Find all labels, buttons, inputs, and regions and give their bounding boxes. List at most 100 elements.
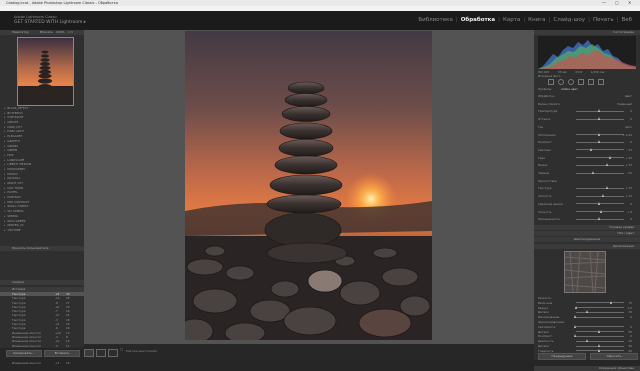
control-slider[interactable] bbox=[576, 329, 624, 333]
control-value[interactable]: - 33 bbox=[627, 148, 632, 152]
basic-control-row[interactable]: Сочность + 8 bbox=[538, 209, 636, 214]
control-slider[interactable] bbox=[576, 310, 624, 314]
module-tab[interactable]: Библиотека bbox=[418, 17, 452, 23]
control-value[interactable]: + 8 bbox=[627, 210, 632, 214]
basic-control-row[interactable]: Контраст 0 bbox=[538, 140, 636, 144]
basic-control-row[interactable]: Экспозиция + 0,10 bbox=[538, 132, 636, 137]
loupe-view-button[interactable] bbox=[84, 349, 94, 357]
control-slider[interactable] bbox=[576, 163, 624, 167]
control-value[interactable]: Авто bbox=[625, 125, 632, 129]
paste-button[interactable]: Вставить bbox=[44, 350, 80, 357]
slider-thumb[interactable] bbox=[598, 140, 601, 144]
slider-thumb[interactable] bbox=[590, 147, 593, 151]
control-slider[interactable] bbox=[576, 194, 624, 198]
control-slider[interactable] bbox=[576, 344, 624, 347]
navigator-preview[interactable] bbox=[17, 37, 74, 106]
profile-value[interactable]: Adobe цвет bbox=[561, 87, 578, 91]
control-slider[interactable] bbox=[576, 217, 624, 221]
control-slider[interactable] bbox=[576, 132, 624, 136]
slider-thumb[interactable] bbox=[598, 201, 601, 205]
slider-thumb[interactable] bbox=[598, 132, 601, 136]
slider-thumb[interactable] bbox=[598, 109, 601, 113]
basic-control-row[interactable]: Тон Авто bbox=[538, 125, 636, 129]
detail-control-row[interactable]: Шумоподавление bbox=[538, 320, 636, 324]
crop-tool-icon[interactable] bbox=[548, 79, 554, 85]
before-after-button[interactable] bbox=[96, 349, 106, 357]
module-tab[interactable]: Карта bbox=[503, 17, 520, 23]
slider-thumb[interactable] bbox=[574, 324, 577, 328]
control-value[interactable]: - 25 bbox=[627, 171, 632, 175]
control-value[interactable]: 1,0 bbox=[628, 306, 632, 310]
slider-thumb[interactable] bbox=[609, 155, 612, 159]
basic-control-row[interactable]: Оттенок 0 bbox=[538, 117, 636, 121]
control-slider[interactable] bbox=[576, 109, 624, 113]
control-slider[interactable] bbox=[576, 171, 624, 174]
control-value[interactable]: 75 bbox=[628, 301, 632, 305]
compare-view-button[interactable] bbox=[108, 349, 118, 357]
brush-tool-icon[interactable] bbox=[598, 79, 604, 85]
control-value[interactable]: + 45 bbox=[625, 156, 632, 160]
history-step[interactable]: Изменение ясности +3 15 bbox=[0, 361, 84, 365]
control-slider[interactable] bbox=[576, 117, 624, 121]
control-slider[interactable] bbox=[574, 315, 624, 319]
basic-control-row[interactable]: Четкость + 15 bbox=[538, 194, 636, 198]
mask-tool-icon[interactable] bbox=[578, 79, 584, 85]
detail-control-row[interactable]: Радиус 1,0 bbox=[538, 305, 636, 310]
control-slider[interactable] bbox=[576, 186, 624, 190]
control-value[interactable]: 25 bbox=[628, 339, 632, 343]
copy-button[interactable]: Копировать... bbox=[6, 350, 42, 357]
histogram-header[interactable]: Гистограмма bbox=[534, 30, 640, 35]
control-value[interactable]: + 33 bbox=[625, 186, 632, 190]
control-slider[interactable] bbox=[576, 147, 624, 151]
control-value[interactable]: 0 bbox=[630, 109, 632, 113]
control-slider[interactable] bbox=[576, 140, 624, 144]
control-value[interactable]: + 33 bbox=[625, 163, 632, 167]
basic-control-row[interactable]: Текстура + 33 bbox=[538, 186, 636, 190]
control-value[interactable]: 0 bbox=[630, 325, 632, 329]
slider-thumb[interactable] bbox=[592, 171, 595, 174]
detail-control-row[interactable]: Детали 50 bbox=[538, 344, 636, 348]
slider-thumb[interactable] bbox=[600, 209, 603, 213]
slider-thumb[interactable] bbox=[586, 310, 589, 314]
slider-thumb[interactable] bbox=[574, 305, 577, 309]
zoom-1-3[interactable]: 1:3 bbox=[68, 30, 73, 35]
preset-folder[interactable]: ▸ YOUTUBE bbox=[4, 228, 80, 233]
redeye-tool-icon[interactable] bbox=[568, 79, 574, 85]
detail-control-row[interactable]: Величина 75 bbox=[538, 300, 636, 305]
control-slider[interactable] bbox=[576, 300, 624, 304]
control-value[interactable]: 0 bbox=[630, 334, 632, 338]
navigator-header[interactable]: Навигатор Вписать 100% 1:3 bbox=[0, 30, 84, 35]
panel-section-header[interactable]: Детализация bbox=[534, 244, 640, 249]
zoom-fit[interactable]: Вписать bbox=[40, 30, 53, 35]
control-slider[interactable] bbox=[576, 339, 624, 343]
previous-button[interactable]: Предыдущие bbox=[538, 353, 586, 360]
detail-preview[interactable] bbox=[564, 251, 606, 293]
snapshots-header[interactable]: Снимки bbox=[0, 280, 84, 285]
slider-thumb[interactable] bbox=[574, 315, 577, 319]
basic-control-row[interactable]: Присутствие bbox=[538, 179, 636, 183]
reset-button[interactable]: Сбросить bbox=[590, 353, 638, 360]
panel-section-header[interactable]: Тоновая кривая bbox=[534, 225, 640, 230]
slider-thumb[interactable] bbox=[598, 344, 601, 347]
basic-control-row[interactable]: Черные - 25 bbox=[538, 171, 636, 175]
module-tab[interactable]: Слайд-шоу bbox=[553, 17, 585, 23]
slider-thumb[interactable] bbox=[598, 217, 601, 221]
softproof-checkbox[interactable]: ☐ bbox=[120, 348, 123, 352]
slider-thumb[interactable] bbox=[598, 329, 601, 333]
control-slider[interactable] bbox=[574, 305, 624, 309]
lens-corrections-header[interactable]: Коррекция объектива bbox=[534, 366, 640, 371]
detail-control-row[interactable]: Светимость 0 bbox=[538, 324, 636, 329]
slider-thumb[interactable] bbox=[610, 300, 613, 304]
control-value[interactable]: 0 bbox=[630, 217, 632, 221]
basic-control-row[interactable]: Светлые - 33 bbox=[538, 147, 636, 152]
basic-control-row[interactable]: Тени + 45 bbox=[538, 155, 636, 160]
get-started-link[interactable]: GET STARTED WITH Lightroom ▸ bbox=[14, 20, 86, 25]
module-tab[interactable]: Веб bbox=[621, 17, 632, 23]
profile-row[interactable]: Профиль: Adobe цвет bbox=[538, 87, 636, 91]
control-value[interactable]: 0 bbox=[630, 315, 632, 319]
control-slider[interactable] bbox=[576, 155, 624, 159]
basic-control-row[interactable]: Белые + 33 bbox=[538, 163, 636, 167]
control-value[interactable]: + 15 bbox=[625, 194, 632, 198]
control-slider[interactable] bbox=[576, 201, 624, 205]
detail-control-row[interactable]: Детали 50 bbox=[538, 329, 636, 334]
